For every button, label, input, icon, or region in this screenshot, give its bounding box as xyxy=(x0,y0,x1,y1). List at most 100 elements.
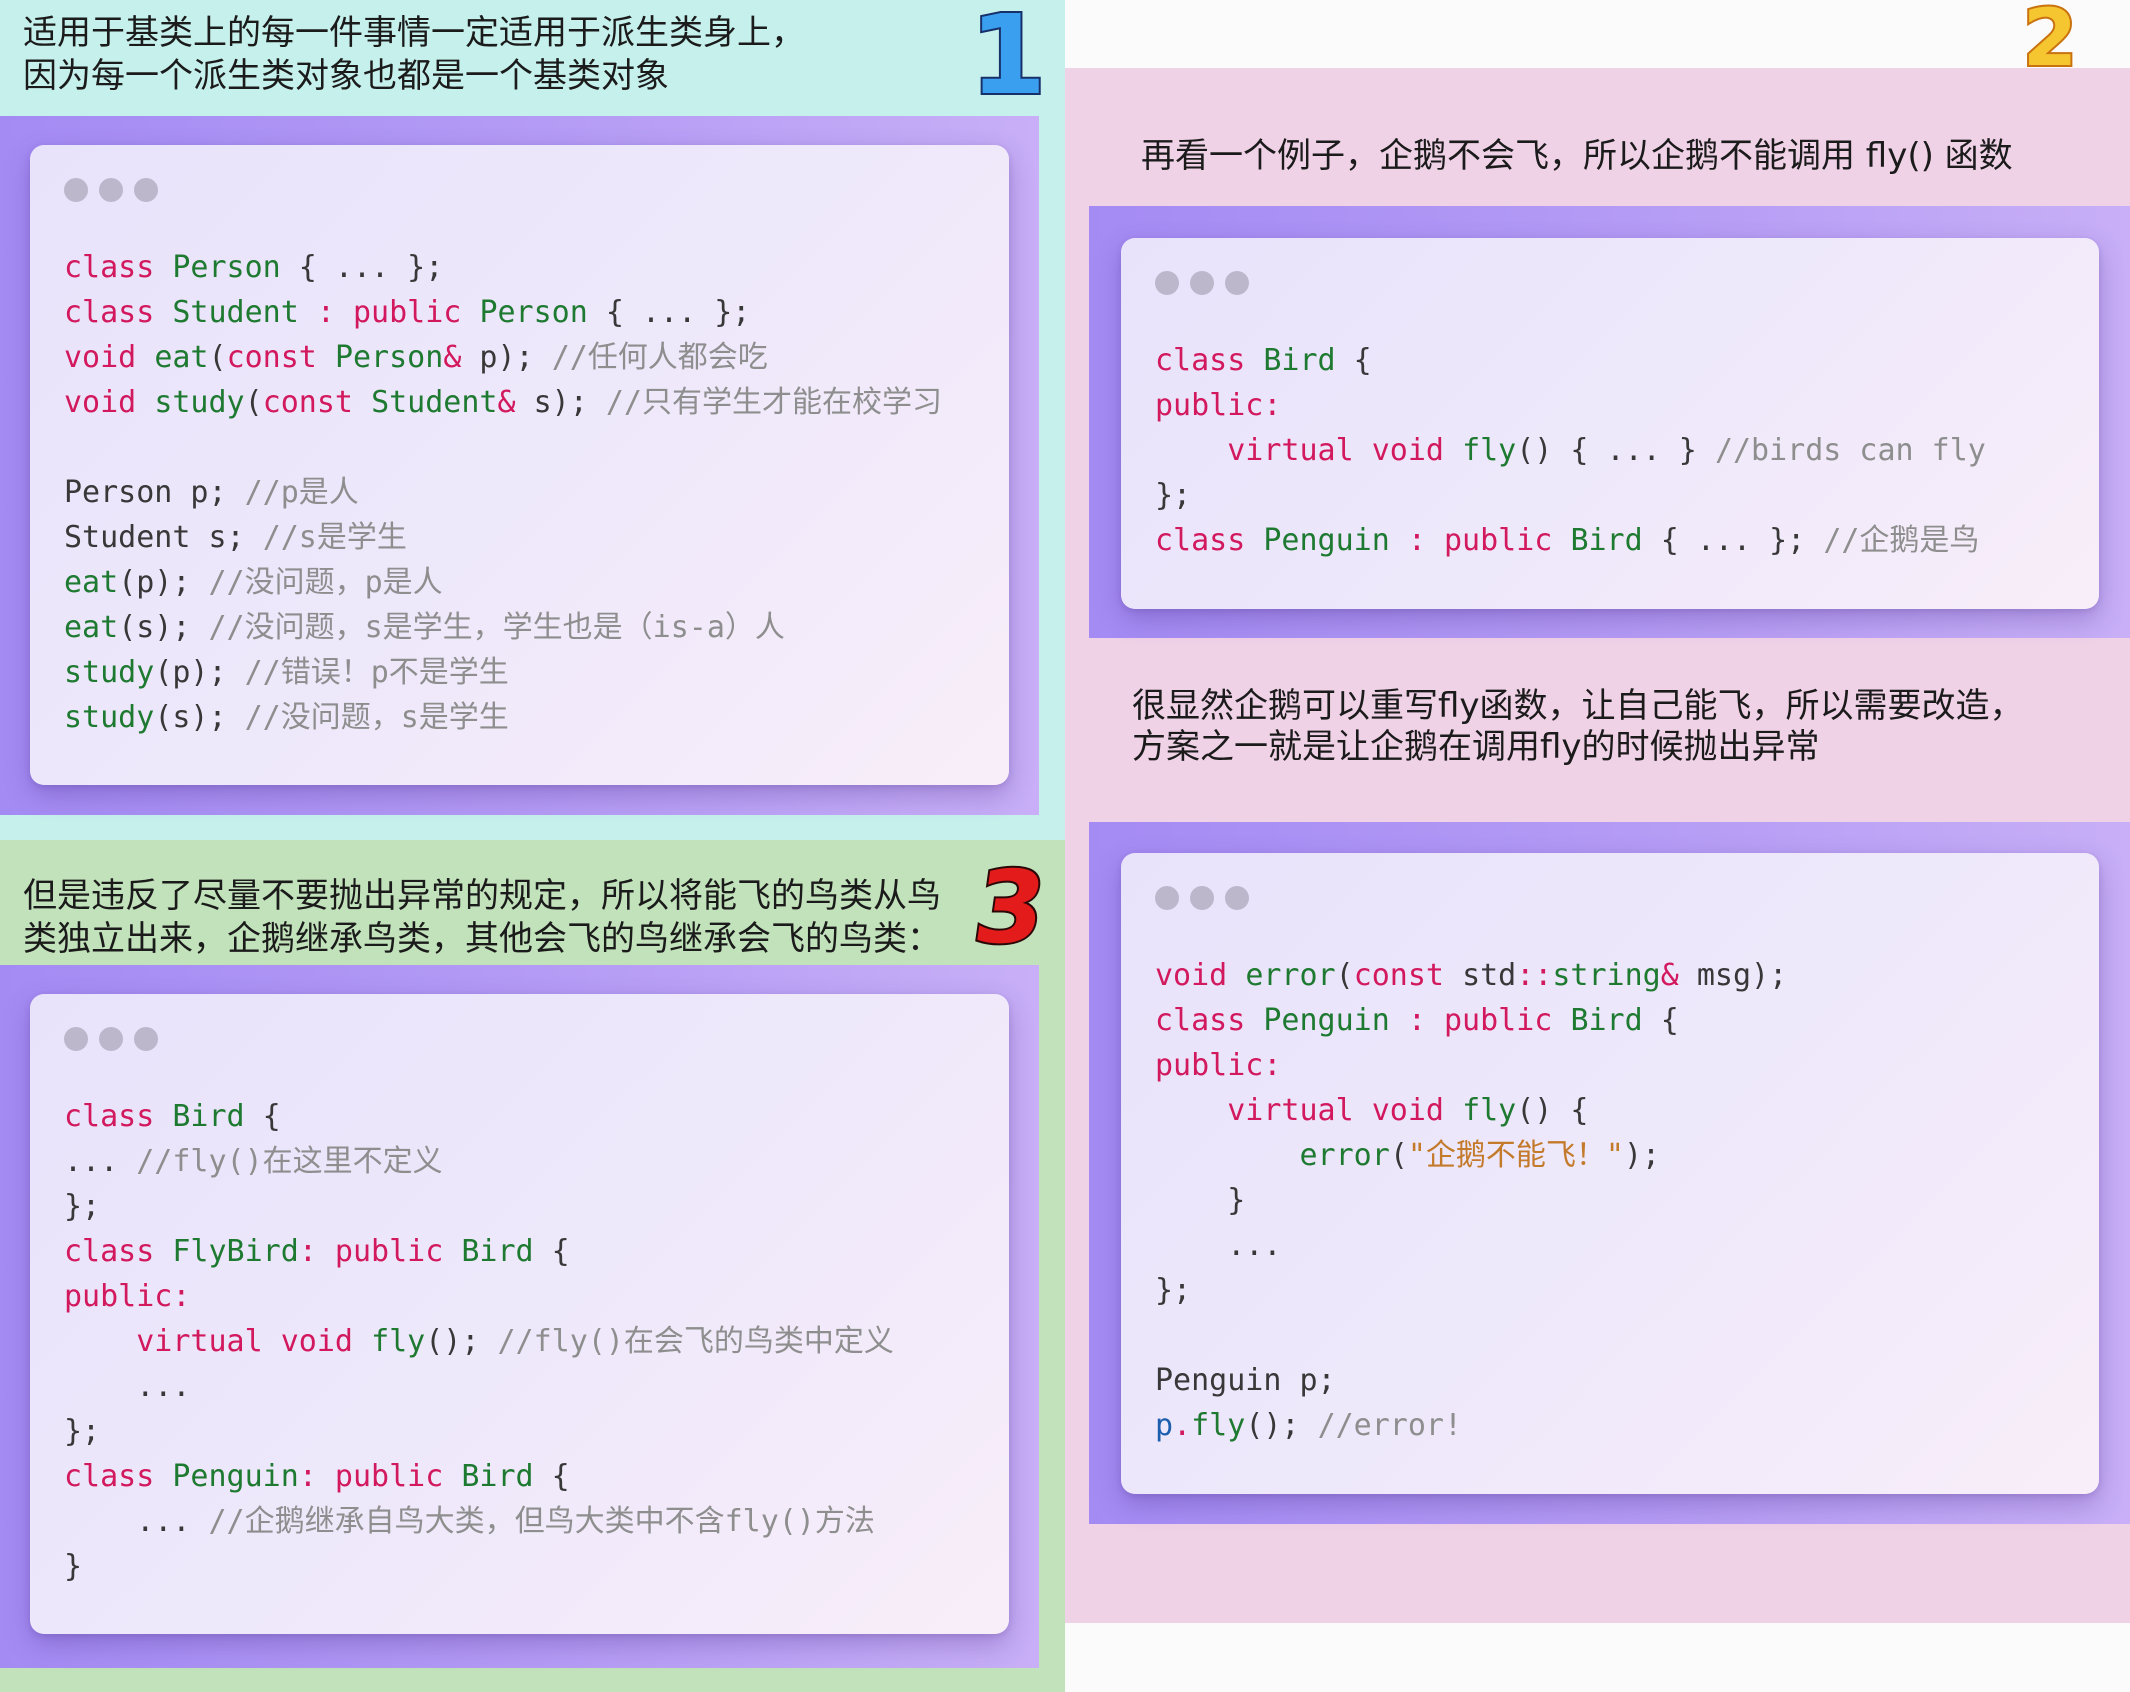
code-token: { xyxy=(533,1459,570,1494)
code-token: //没问题，p是人 xyxy=(208,565,443,600)
section-2-caption-top: 再看一个例子，企鹅不会飞，所以企鹅不能调用 fly() 函数 xyxy=(1141,136,2013,176)
code-line: class Person { ... }; xyxy=(64,245,989,290)
code-token: class xyxy=(64,1099,173,1134)
code-token: virtual void xyxy=(136,1324,372,1359)
code-line: error("企鹅不能飞！"); xyxy=(1155,1133,2079,1178)
code-token: ( xyxy=(1335,958,1354,993)
code-token: (p); xyxy=(154,655,245,690)
code-token: ... xyxy=(64,1144,137,1179)
code-token: : public xyxy=(298,1234,462,1269)
code-line: ... //企鹅继承自鸟大类，但鸟大类中不含fly()方法 xyxy=(64,1499,989,1544)
code-snippet-backdrop: void error(const std::string& msg);class… xyxy=(1089,822,2130,1524)
window-controls xyxy=(64,1027,158,1051)
code-token: & xyxy=(1660,958,1679,993)
code-token: public: xyxy=(1155,388,1282,423)
code-token: }; xyxy=(1155,478,1192,513)
code-token: //企鹅继承自鸟大类，但鸟大类中不含fly()方法 xyxy=(208,1504,875,1539)
code-listing: class Person { ... }; class Student : pub… xyxy=(64,245,989,740)
section-3-caption-line: 类独立出来，企鹅继承鸟类，其他会飞的鸟继承会飞的鸟类： xyxy=(23,919,941,959)
code-token: Person xyxy=(172,250,281,285)
section-2-caption-line: 方案之一就是让企鹅在调用fly的时候抛出异常 xyxy=(1132,727,1820,767)
window-controls xyxy=(1155,886,1249,910)
code-line: ... xyxy=(64,1364,989,1409)
code-token: ( xyxy=(244,385,263,420)
code-window: class Person { ... }; class Student : pub… xyxy=(30,145,1009,785)
code-window: class Bird {public: virtual void fly() {… xyxy=(1121,238,2099,609)
code-token: ); xyxy=(1624,1138,1661,1173)
code-token: const xyxy=(262,385,372,420)
code-token: }; xyxy=(64,1414,101,1449)
code-token: class xyxy=(64,250,173,285)
section-3-caption: 但是违反了尽量不要抛出异常的规定，所以将能飞的鸟类从鸟 类独立出来，企鹅继承鸟类… xyxy=(23,875,941,961)
code-token: ( xyxy=(208,340,227,375)
code-token: ... xyxy=(64,1369,191,1404)
code-token: : public xyxy=(298,1459,462,1494)
code-token: //只有学生才能在校学习 xyxy=(605,385,942,420)
section-2-panel: 再看一个例子，企鹅不会飞，所以企鹅不能调用 fly() 函数 class Bir… xyxy=(1065,68,2130,1623)
section-3-panel: 但是违反了尽量不要抛出异常的规定，所以将能飞的鸟类从鸟 类独立出来，企鹅继承鸟类… xyxy=(0,840,1065,1692)
code-token: class xyxy=(1155,1003,1264,1038)
code-token: virtual void xyxy=(1227,433,1463,468)
code-token: //birds can fly xyxy=(1714,433,1986,468)
code-line: } xyxy=(1155,1178,2079,1223)
code-token: { xyxy=(244,1099,281,1134)
code-token: eat xyxy=(64,565,119,600)
section-2-footer-strip xyxy=(1065,1623,2130,1692)
code-line: public: xyxy=(1155,1043,2079,1088)
code-line: class Bird { xyxy=(64,1094,989,1139)
window-dot-icon xyxy=(99,178,123,202)
code-line: eat(s); //没问题，s是学生，学生也是（is-a）人 xyxy=(64,605,989,650)
code-token: Penguin xyxy=(172,1459,299,1494)
code-token: : public xyxy=(1389,523,1571,558)
code-token: Person xyxy=(334,340,444,375)
code-line: virtual void fly() { ... } //birds can f… xyxy=(1155,428,2079,473)
code-token: class xyxy=(64,295,173,330)
code-token: Student xyxy=(371,385,498,420)
section-1-caption-line: 适用于基类上的每一件事情一定适用于派生类身上， xyxy=(23,13,805,53)
code-token: Bird xyxy=(172,1099,245,1134)
code-token: (s); xyxy=(118,610,209,645)
code-token: error xyxy=(1299,1138,1390,1173)
code-token: :: xyxy=(1516,958,1553,993)
code-line: virtual void fly() { xyxy=(1155,1088,2079,1133)
code-token: fly xyxy=(1191,1408,1246,1443)
code-token: }; xyxy=(1155,1273,1192,1308)
code-token: //s是学生 xyxy=(262,520,407,555)
code-token: (p); xyxy=(118,565,209,600)
code-window: class Bird {... //fly()在这里不定义}; class Fly… xyxy=(30,994,1009,1634)
code-line: p.fly(); //error! xyxy=(1155,1403,2079,1448)
code-token: //没问题，s是学生 xyxy=(244,700,509,735)
code-line: eat(p); //没问题，p是人 xyxy=(64,560,989,605)
code-token: s); xyxy=(515,385,606,420)
code-token: std xyxy=(1462,958,1517,993)
code-snippet-backdrop: class Bird {... //fly()在这里不定义}; class Fly… xyxy=(0,965,1039,1668)
code-token: : public xyxy=(298,295,480,330)
code-line: void error(const std::string& msg); xyxy=(1155,953,2079,998)
code-token: study xyxy=(154,385,245,420)
code-token: () { xyxy=(1516,1093,1589,1128)
code-line: ... //fly()在这里不定义 xyxy=(64,1139,989,1184)
code-token: class xyxy=(64,1234,173,1269)
window-dot-icon xyxy=(134,1027,158,1051)
code-token: string xyxy=(1552,958,1661,993)
code-token: //错误！p不是学生 xyxy=(244,655,509,690)
window-dot-icon xyxy=(64,1027,88,1051)
code-token: class xyxy=(64,1459,173,1494)
code-token: Penguin xyxy=(1263,523,1390,558)
section-1-caption: 适用于基类上的每一件事情一定适用于派生类身上， 因为每一个派生类对象也都是一个基… xyxy=(23,12,805,98)
code-line: }; xyxy=(1155,473,2079,518)
code-line: } xyxy=(64,1544,989,1589)
window-dot-icon xyxy=(99,1027,123,1051)
code-token: eat xyxy=(64,610,119,645)
window-dot-icon xyxy=(1225,886,1249,910)
code-line: public: xyxy=(64,1274,989,1319)
code-token: (); xyxy=(425,1324,498,1359)
window-dot-icon xyxy=(134,178,158,202)
code-token: error xyxy=(1245,958,1336,993)
code-token: study xyxy=(64,655,155,690)
code-snippet-backdrop: class Person { ... }; class Student : pub… xyxy=(0,116,1039,815)
code-line: class Penguin: public Bird { xyxy=(64,1454,989,1499)
